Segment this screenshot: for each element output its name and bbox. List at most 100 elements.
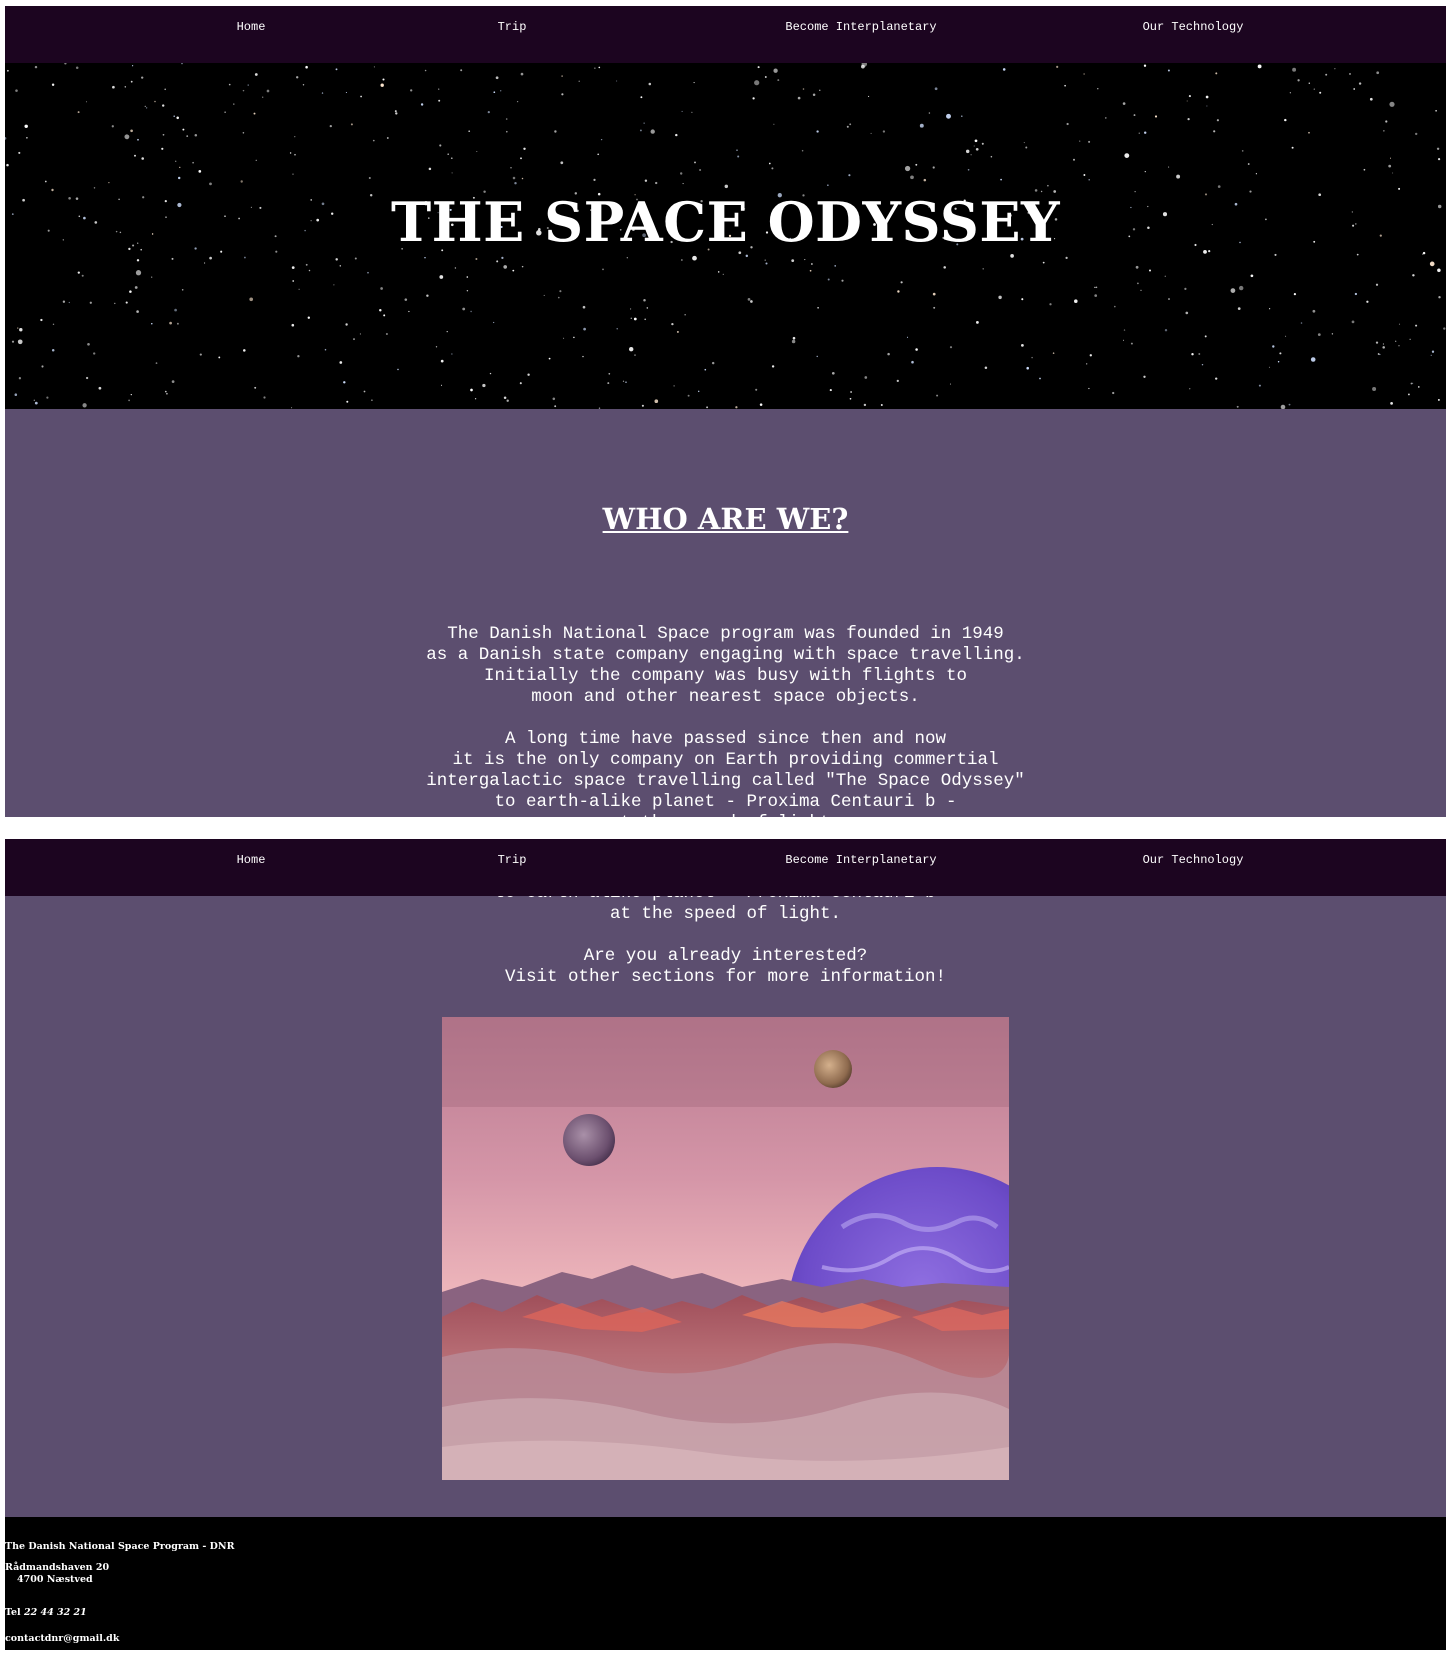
star bbox=[1255, 173, 1257, 175]
star bbox=[831, 371, 835, 375]
star bbox=[292, 173, 294, 175]
star bbox=[561, 93, 564, 96]
nav-link-our-technology[interactable]: Our Technology bbox=[1143, 853, 1244, 867]
star bbox=[573, 336, 575, 339]
star bbox=[1443, 327, 1446, 330]
star bbox=[87, 342, 90, 346]
star bbox=[64, 63, 67, 65]
star bbox=[1010, 254, 1014, 258]
star bbox=[228, 83, 231, 86]
star bbox=[1056, 65, 1059, 68]
star bbox=[114, 302, 116, 305]
about-line: Visit other sections for more informatio… bbox=[504, 967, 947, 987]
star bbox=[928, 112, 931, 114]
star bbox=[1094, 294, 1098, 297]
nav-link-become-interplanetary[interactable]: Become Interplanetary bbox=[785, 20, 936, 34]
nav-link-our-technology[interactable]: Our Technology bbox=[1143, 20, 1244, 34]
star bbox=[1122, 102, 1126, 105]
star bbox=[691, 111, 693, 114]
star bbox=[923, 178, 927, 182]
star bbox=[493, 91, 496, 94]
star bbox=[1353, 88, 1356, 90]
star bbox=[254, 386, 257, 389]
star bbox=[906, 336, 909, 338]
star bbox=[600, 138, 603, 141]
star bbox=[519, 382, 522, 385]
star bbox=[870, 132, 872, 134]
star bbox=[943, 266, 946, 269]
star bbox=[1168, 298, 1170, 300]
star bbox=[554, 405, 557, 408]
about-paragraph-continued: to earth-alike planet - Proxima Centauri… bbox=[5, 883, 1446, 988]
star bbox=[1088, 178, 1090, 181]
star bbox=[440, 384, 443, 386]
star bbox=[633, 317, 637, 321]
star bbox=[506, 130, 508, 133]
star bbox=[166, 392, 168, 395]
star bbox=[141, 157, 144, 160]
star bbox=[137, 138, 139, 141]
star bbox=[682, 183, 684, 185]
star bbox=[371, 399, 373, 402]
star bbox=[136, 259, 140, 262]
star bbox=[693, 82, 695, 84]
footer-email[interactable]: contactdnr@gmail.dk bbox=[5, 1633, 119, 1644]
star bbox=[1407, 393, 1410, 396]
star bbox=[1189, 388, 1191, 390]
star bbox=[1288, 403, 1291, 406]
star bbox=[177, 176, 181, 180]
star bbox=[764, 259, 766, 261]
star bbox=[1168, 166, 1170, 168]
star bbox=[18, 151, 21, 154]
star bbox=[305, 65, 308, 69]
star bbox=[687, 394, 690, 397]
star bbox=[1143, 131, 1147, 134]
small-moon-left bbox=[563, 1114, 615, 1166]
star bbox=[582, 305, 586, 309]
star bbox=[1122, 339, 1125, 341]
star bbox=[173, 115, 175, 117]
star bbox=[946, 113, 951, 119]
star bbox=[932, 292, 936, 296]
footer-phone-number[interactable]: 22 44 32 21 bbox=[24, 1607, 87, 1618]
nav-link-become-interplanetary[interactable]: Become Interplanetary bbox=[785, 853, 936, 867]
star bbox=[607, 382, 610, 385]
star bbox=[350, 123, 353, 126]
star bbox=[961, 115, 963, 117]
star bbox=[791, 259, 795, 262]
nav-link-trip[interactable]: Trip bbox=[498, 853, 527, 867]
star bbox=[450, 157, 453, 160]
nav-link-home[interactable]: Home bbox=[237, 20, 266, 34]
star bbox=[829, 389, 832, 392]
star bbox=[765, 262, 768, 265]
nav-link-home[interactable]: Home bbox=[237, 853, 266, 867]
star bbox=[1088, 387, 1090, 390]
star bbox=[1398, 323, 1401, 325]
star bbox=[516, 100, 519, 103]
star bbox=[848, 174, 851, 177]
star bbox=[552, 397, 556, 401]
star bbox=[247, 84, 249, 86]
star bbox=[1094, 286, 1096, 289]
star bbox=[6, 163, 9, 167]
star bbox=[1164, 275, 1166, 277]
top-navigation-bar: Home Trip Become Interplanetary Our Tech… bbox=[5, 6, 1446, 63]
star bbox=[462, 307, 466, 311]
star bbox=[1308, 82, 1311, 85]
star bbox=[1247, 163, 1250, 165]
star bbox=[722, 273, 724, 276]
star bbox=[476, 151, 478, 152]
nav-link-trip[interactable]: Trip bbox=[498, 20, 527, 34]
star bbox=[560, 161, 564, 165]
star bbox=[439, 275, 444, 279]
star bbox=[768, 162, 771, 165]
star bbox=[395, 112, 398, 115]
star bbox=[373, 66, 375, 68]
star bbox=[990, 155, 993, 158]
star bbox=[561, 75, 563, 77]
star bbox=[5, 137, 7, 140]
star bbox=[745, 254, 749, 258]
star bbox=[209, 256, 212, 260]
star bbox=[608, 372, 611, 375]
star bbox=[1292, 67, 1297, 72]
